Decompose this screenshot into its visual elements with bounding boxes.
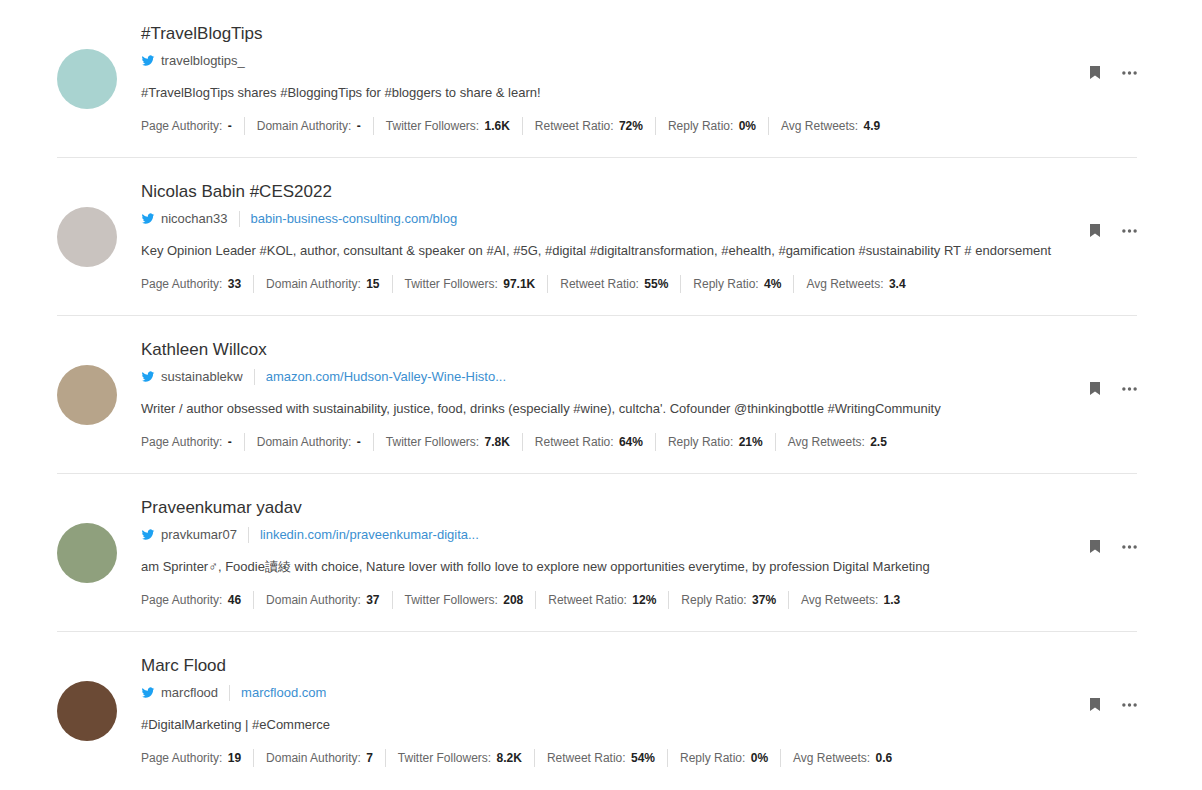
metric: Page Authority: 33 bbox=[141, 275, 253, 293]
profile-name[interactable]: Praveenkumar yadav bbox=[141, 497, 1074, 519]
twitter-bird-icon bbox=[141, 686, 155, 700]
twitter-handle[interactable]: pravkumar07 bbox=[161, 526, 237, 544]
website-link[interactable]: amazon.com/Hudson-Valley-Wine-Histo... bbox=[266, 368, 506, 386]
website-link[interactable]: linkedin.com/in/praveenkumar-digita... bbox=[260, 526, 479, 544]
row-actions bbox=[1090, 540, 1137, 553]
metric: Twitter Followers: 8.2K bbox=[385, 749, 534, 767]
separator bbox=[254, 369, 255, 385]
website-link[interactable]: marcflood.com bbox=[241, 684, 326, 702]
metric: Retweet Ratio: 12% bbox=[535, 591, 668, 609]
metric: Domain Authority: 7 bbox=[253, 749, 385, 767]
profile-row: Praveenkumar yadav pravkumar07 linkedin.… bbox=[57, 474, 1137, 632]
metric: Avg Retweets: 1.3 bbox=[788, 591, 912, 609]
metric: Reply Ratio: 21% bbox=[655, 433, 775, 451]
metric: Twitter Followers: 97.1K bbox=[392, 275, 548, 293]
avatar-image[interactable] bbox=[57, 49, 117, 109]
profile-bio: am Sprinter♂, Foodie讀綾 with choice, Natu… bbox=[141, 558, 1074, 576]
website-link[interactable]: babin-business-consulting.com/blog bbox=[251, 210, 458, 228]
metric: Avg Retweets: 0.6 bbox=[780, 749, 904, 767]
profile-row: Nicolas Babin #CES2022 nicochan33 babin-… bbox=[57, 158, 1137, 316]
more-options-icon[interactable] bbox=[1122, 71, 1137, 75]
metric: Reply Ratio: 37% bbox=[668, 591, 788, 609]
metric: Page Authority: - bbox=[141, 117, 244, 135]
avatar-image[interactable] bbox=[57, 365, 117, 425]
twitter-handle[interactable]: nicochan33 bbox=[161, 210, 228, 228]
bookmark-icon[interactable] bbox=[1090, 540, 1100, 553]
avatar-image[interactable] bbox=[57, 207, 117, 267]
metrics-bar: Page Authority: 46Domain Authority: 37Tw… bbox=[141, 591, 1074, 609]
metric: Reply Ratio: 0% bbox=[655, 117, 768, 135]
profile-bio: Writer / author obsessed with sustainabi… bbox=[141, 400, 1074, 418]
profile-row: #TravelBlogTips travelblogtips_ #TravelB… bbox=[57, 0, 1137, 158]
profile-row: Marc Flood marcflood marcflood.com #Digi… bbox=[57, 632, 1137, 790]
handle-line: pravkumar07 linkedin.com/in/praveenkumar… bbox=[141, 526, 1074, 544]
metric: Avg Retweets: 4.9 bbox=[768, 117, 892, 135]
metric: Twitter Followers: 7.8K bbox=[373, 433, 522, 451]
twitter-handle[interactable]: travelblogtips_ bbox=[161, 52, 245, 70]
profile-info: Marc Flood marcflood marcflood.com #Digi… bbox=[141, 655, 1074, 767]
row-actions bbox=[1090, 224, 1137, 237]
profile-bio: #DigitalMarketing | #eCommerce bbox=[141, 716, 1074, 734]
handle-line: travelblogtips_ bbox=[141, 52, 1074, 70]
profile-info: Nicolas Babin #CES2022 nicochan33 babin-… bbox=[141, 181, 1074, 293]
metrics-bar: Page Authority: -Domain Authority: -Twit… bbox=[141, 117, 1074, 135]
metric: Retweet Ratio: 55% bbox=[547, 275, 680, 293]
metrics-bar: Page Authority: 19Domain Authority: 7Twi… bbox=[141, 749, 1074, 767]
bookmark-icon[interactable] bbox=[1090, 698, 1100, 711]
handle-line: sustainablekw amazon.com/Hudson-Valley-W… bbox=[141, 368, 1074, 386]
metric: Avg Retweets: 2.5 bbox=[775, 433, 899, 451]
handle-line: marcflood marcflood.com bbox=[141, 684, 1074, 702]
more-options-icon[interactable] bbox=[1122, 545, 1137, 549]
more-options-icon[interactable] bbox=[1122, 703, 1137, 707]
metric: Page Authority: 19 bbox=[141, 749, 253, 767]
metric: Retweet Ratio: 54% bbox=[534, 749, 667, 767]
profile-name[interactable]: Kathleen Willcox bbox=[141, 339, 1074, 361]
profile-name[interactable]: #TravelBlogTips bbox=[141, 23, 1074, 45]
bookmark-icon[interactable] bbox=[1090, 224, 1100, 237]
profile-bio: Key Opinion Leader #KOL, author, consult… bbox=[141, 242, 1074, 260]
profile-info: #TravelBlogTips travelblogtips_ #TravelB… bbox=[141, 23, 1074, 135]
more-options-icon[interactable] bbox=[1122, 229, 1137, 233]
profile-info: Praveenkumar yadav pravkumar07 linkedin.… bbox=[141, 497, 1074, 609]
row-actions bbox=[1090, 698, 1137, 711]
metric: Retweet Ratio: 72% bbox=[522, 117, 655, 135]
metric: Retweet Ratio: 64% bbox=[522, 433, 655, 451]
twitter-bird-icon bbox=[141, 54, 155, 68]
metric: Page Authority: - bbox=[141, 433, 244, 451]
influencer-list: #TravelBlogTips travelblogtips_ #TravelB… bbox=[57, 0, 1137, 790]
more-options-icon[interactable] bbox=[1122, 387, 1137, 391]
metrics-bar: Page Authority: -Domain Authority: -Twit… bbox=[141, 433, 1074, 451]
metric: Reply Ratio: 4% bbox=[680, 275, 793, 293]
metric: Domain Authority: 15 bbox=[253, 275, 391, 293]
twitter-bird-icon bbox=[141, 528, 155, 542]
metric: Twitter Followers: 208 bbox=[392, 591, 536, 609]
twitter-bird-icon bbox=[141, 370, 155, 384]
avatar-image[interactable] bbox=[57, 681, 117, 741]
separator bbox=[248, 527, 249, 543]
metric: Page Authority: 46 bbox=[141, 591, 253, 609]
twitter-handle[interactable]: sustainablekw bbox=[161, 368, 243, 386]
row-actions bbox=[1090, 66, 1137, 79]
metric: Domain Authority: 37 bbox=[253, 591, 391, 609]
metric: Twitter Followers: 1.6K bbox=[373, 117, 522, 135]
handle-line: nicochan33 babin-business-consulting.com… bbox=[141, 210, 1074, 228]
row-actions bbox=[1090, 382, 1137, 395]
separator bbox=[229, 685, 230, 701]
profile-info: Kathleen Willcox sustainablekw amazon.co… bbox=[141, 339, 1074, 451]
profile-row: Kathleen Willcox sustainablekw amazon.co… bbox=[57, 316, 1137, 474]
profile-name[interactable]: Marc Flood bbox=[141, 655, 1074, 677]
metric: Reply Ratio: 0% bbox=[667, 749, 780, 767]
twitter-handle[interactable]: marcflood bbox=[161, 684, 218, 702]
profile-name[interactable]: Nicolas Babin #CES2022 bbox=[141, 181, 1074, 203]
separator bbox=[239, 211, 240, 227]
bookmark-icon[interactable] bbox=[1090, 66, 1100, 79]
metric: Domain Authority: - bbox=[244, 433, 373, 451]
avatar-image[interactable] bbox=[57, 523, 117, 583]
profile-bio: #TravelBlogTips shares #BloggingTips for… bbox=[141, 84, 1074, 102]
twitter-bird-icon bbox=[141, 212, 155, 226]
bookmark-icon[interactable] bbox=[1090, 382, 1100, 395]
metric: Domain Authority: - bbox=[244, 117, 373, 135]
metrics-bar: Page Authority: 33Domain Authority: 15Tw… bbox=[141, 275, 1074, 293]
metric: Avg Retweets: 3.4 bbox=[793, 275, 917, 293]
